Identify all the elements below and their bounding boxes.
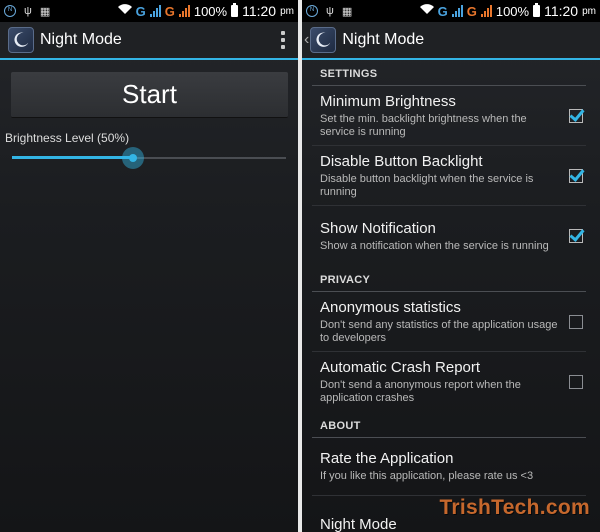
category-about: ABOUT [312, 412, 586, 438]
watermark-text: TrishTech.com [439, 496, 590, 519]
clock-time: 11:20 [242, 3, 277, 19]
app-title: Night Mode [342, 31, 425, 48]
pref-show-notification[interactable]: Show Notification Show a notification wh… [312, 206, 586, 266]
slider-thumb[interactable] [121, 147, 144, 169]
pref-disable-button-backlight[interactable]: Disable Button Backlight Disable button … [312, 146, 586, 206]
battery-percent: 100% [193, 3, 228, 19]
pref-summary: Don't send a anonymous report when the a… [320, 379, 521, 404]
clock-ampm: pm [280, 5, 294, 17]
status-bar: N ψ ▦ G G 100% 11:20 pm [0, 0, 298, 22]
notification-app-icon: N [306, 5, 318, 17]
wifi-icon [117, 4, 132, 18]
right-screen: N ψ ▦ G G 100% 11:20 pm ‹ Night Mode SET… [302, 0, 600, 532]
brightness-label: Brightness Level (50%) [5, 131, 130, 145]
left-screen: N ψ ▦ G G 100% 11:20 pm Night Mode Start… [0, 0, 298, 532]
pref-title: Disable Button Backlight [320, 152, 483, 170]
signal-strength-1-icon [149, 5, 161, 17]
back-chevron-icon[interactable]: ‹ [304, 31, 309, 49]
network-type-2: G [466, 3, 477, 19]
checkbox-show-notification[interactable] [569, 229, 583, 243]
checkbox-automatic-crash-report[interactable] [569, 375, 583, 389]
category-privacy: PRIVACY [312, 266, 586, 292]
battery-icon [231, 3, 239, 17]
signal-strength-2-icon [178, 5, 190, 17]
pref-summary: Disable button backlight when the servic… [320, 172, 534, 198]
category-settings: SETTINGS [312, 60, 586, 86]
app-title: Night Mode [40, 31, 122, 48]
sd-card-icon: ▦ [341, 5, 353, 18]
pref-summary: If you like this application, please rat… [320, 470, 534, 482]
pref-automatic-crash-report[interactable]: Automatic Crash Report Don't send a anon… [312, 352, 586, 412]
battery-percent: 100% [495, 3, 530, 19]
pref-summary: Set the min. backlight brightness when t… [320, 112, 527, 138]
clock-ampm: pm [582, 5, 596, 17]
start-button[interactable]: Start [11, 72, 288, 118]
network-type-2: G [164, 3, 175, 19]
moon-icon[interactable] [310, 27, 337, 53]
network-type-1: G [437, 3, 448, 19]
pref-title: Minimum Brightness [320, 92, 456, 110]
action-bar: Night Mode [0, 22, 298, 60]
usb-icon: ψ [326, 5, 334, 17]
wifi-icon [419, 4, 434, 18]
pref-title: Automatic Crash Report [320, 359, 481, 376]
battery-icon [533, 3, 541, 17]
slider-fill [12, 156, 133, 159]
sd-card-icon: ▦ [39, 5, 51, 18]
notification-app-icon: N [4, 5, 16, 17]
pref-rate-application[interactable]: Rate the Application If you like this ap… [312, 438, 586, 496]
checkbox-minimum-brightness[interactable] [569, 108, 583, 123]
moon-icon[interactable] [8, 27, 34, 53]
pref-title: Rate the Application [320, 450, 454, 467]
brightness-slider[interactable] [12, 147, 286, 169]
pref-summary: Show a notification when the service is … [320, 239, 549, 252]
status-bar: N ψ ▦ G G 100% 11:20 pm [302, 0, 600, 22]
action-bar[interactable]: ‹ Night Mode [302, 22, 600, 60]
checkbox-disable-button-backlight[interactable] [569, 168, 583, 183]
settings-list: SETTINGS Minimum Brightness Set the min.… [302, 60, 600, 532]
pref-summary: Don't send any statistics of the applica… [320, 318, 558, 344]
signal-strength-1-icon [451, 5, 463, 17]
pref-anonymous-statistics[interactable]: Anonymous statistics Don't send any stat… [312, 292, 586, 352]
clock-time: 11:20 [544, 3, 579, 19]
signal-strength-2-icon [480, 5, 492, 17]
usb-icon: ψ [24, 5, 32, 17]
pref-title: Anonymous statistics [320, 298, 461, 316]
network-type-1: G [135, 3, 146, 19]
checkbox-anonymous-statistics[interactable] [569, 314, 583, 329]
pref-title: Show Notification [320, 219, 436, 237]
overflow-menu-icon[interactable] [276, 31, 290, 49]
pref-minimum-brightness[interactable]: Minimum Brightness Set the min. backligh… [312, 86, 586, 146]
